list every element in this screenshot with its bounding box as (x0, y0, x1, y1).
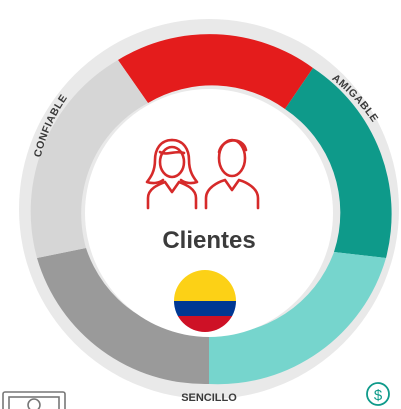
ring-label-sencillo: SENCILLO (181, 392, 237, 404)
money-bill-icon (2, 391, 66, 409)
center-title: Clientes (162, 227, 255, 254)
svg-text:$: $ (374, 387, 383, 404)
dollar-coin-icon: $ (366, 382, 390, 406)
values-diagram: CONFIABLE AMIGABLE SENCILLO Clientes $ (2, 19, 399, 409)
